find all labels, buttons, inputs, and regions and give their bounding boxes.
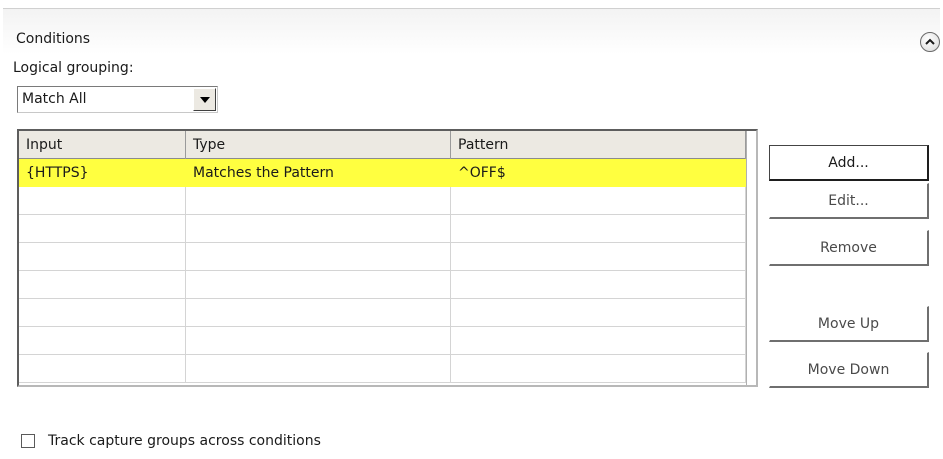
table-cell-pattern xyxy=(451,327,746,355)
table-cell-type xyxy=(186,271,451,299)
move-down-button[interactable]: Move Down xyxy=(769,352,929,388)
empty-table-row[interactable] xyxy=(19,215,756,243)
table-cell-type xyxy=(186,243,451,271)
table-cell-input xyxy=(19,215,186,243)
table-row[interactable]: {HTTPS} Matches the Pattern ^OFF$ xyxy=(19,159,756,187)
table-cell-type xyxy=(186,355,451,383)
table-cell-type xyxy=(186,299,451,327)
empty-table-row[interactable] xyxy=(19,271,756,299)
table-cell-pattern xyxy=(451,187,746,215)
column-header-pattern[interactable]: Pattern xyxy=(451,131,746,159)
conditions-table: Input Type Pattern {HTTPS} Matches the Pa… xyxy=(17,129,758,387)
column-header-input[interactable]: Input xyxy=(19,131,186,159)
conditions-panel: Conditions Logical grouping: Match All I… xyxy=(0,0,943,459)
empty-table-row[interactable] xyxy=(19,299,756,327)
table-cell-input xyxy=(19,355,186,383)
table-cell-input: {HTTPS} xyxy=(19,159,186,187)
table-cell-input xyxy=(19,187,186,215)
collapse-icon[interactable] xyxy=(920,32,940,52)
track-capture-checkbox[interactable] xyxy=(21,434,35,448)
section-header[interactable]: Conditions xyxy=(3,8,940,54)
track-capture-label[interactable]: Track capture groups across conditions xyxy=(48,433,321,449)
table-cell-input xyxy=(19,243,186,271)
table-cell-type xyxy=(186,187,451,215)
table-cell-input xyxy=(19,299,186,327)
move-up-button[interactable]: Move Up xyxy=(769,306,929,342)
logical-grouping-label: Logical grouping: xyxy=(13,60,134,76)
table-body: {HTTPS} Matches the Pattern ^OFF$ xyxy=(19,159,756,385)
empty-table-row[interactable] xyxy=(19,243,756,271)
table-header: Input Type Pattern xyxy=(19,131,756,159)
remove-button[interactable]: Remove xyxy=(769,230,929,266)
logical-grouping-value: Match All xyxy=(22,91,87,107)
table-cell-pattern xyxy=(451,215,746,243)
table-cell-type xyxy=(186,327,451,355)
section-title: Conditions xyxy=(16,31,91,47)
table-scroll-gutter xyxy=(746,131,756,385)
table-cell-input xyxy=(19,271,186,299)
empty-table-row[interactable] xyxy=(19,327,756,355)
table-cell-pattern: ^OFF$ xyxy=(451,159,746,187)
add-button[interactable]: Add... xyxy=(769,145,929,181)
table-cell-pattern xyxy=(451,243,746,271)
table-cell-pattern xyxy=(451,271,746,299)
logical-grouping-dropdown[interactable]: Match All xyxy=(17,86,218,113)
empty-table-row[interactable] xyxy=(19,187,756,215)
dropdown-arrow-icon[interactable] xyxy=(193,88,216,111)
table-cell-pattern xyxy=(451,355,746,383)
chevron-up-icon xyxy=(925,38,935,45)
chevron-down-icon xyxy=(199,96,210,103)
table-cell-input xyxy=(19,327,186,355)
edit-button[interactable]: Edit... xyxy=(769,183,929,219)
table-cell-type xyxy=(186,215,451,243)
table-cell-type: Matches the Pattern xyxy=(186,159,451,187)
empty-table-row[interactable] xyxy=(19,355,756,383)
table-cell-pattern xyxy=(451,299,746,327)
column-header-type[interactable]: Type xyxy=(186,131,451,159)
